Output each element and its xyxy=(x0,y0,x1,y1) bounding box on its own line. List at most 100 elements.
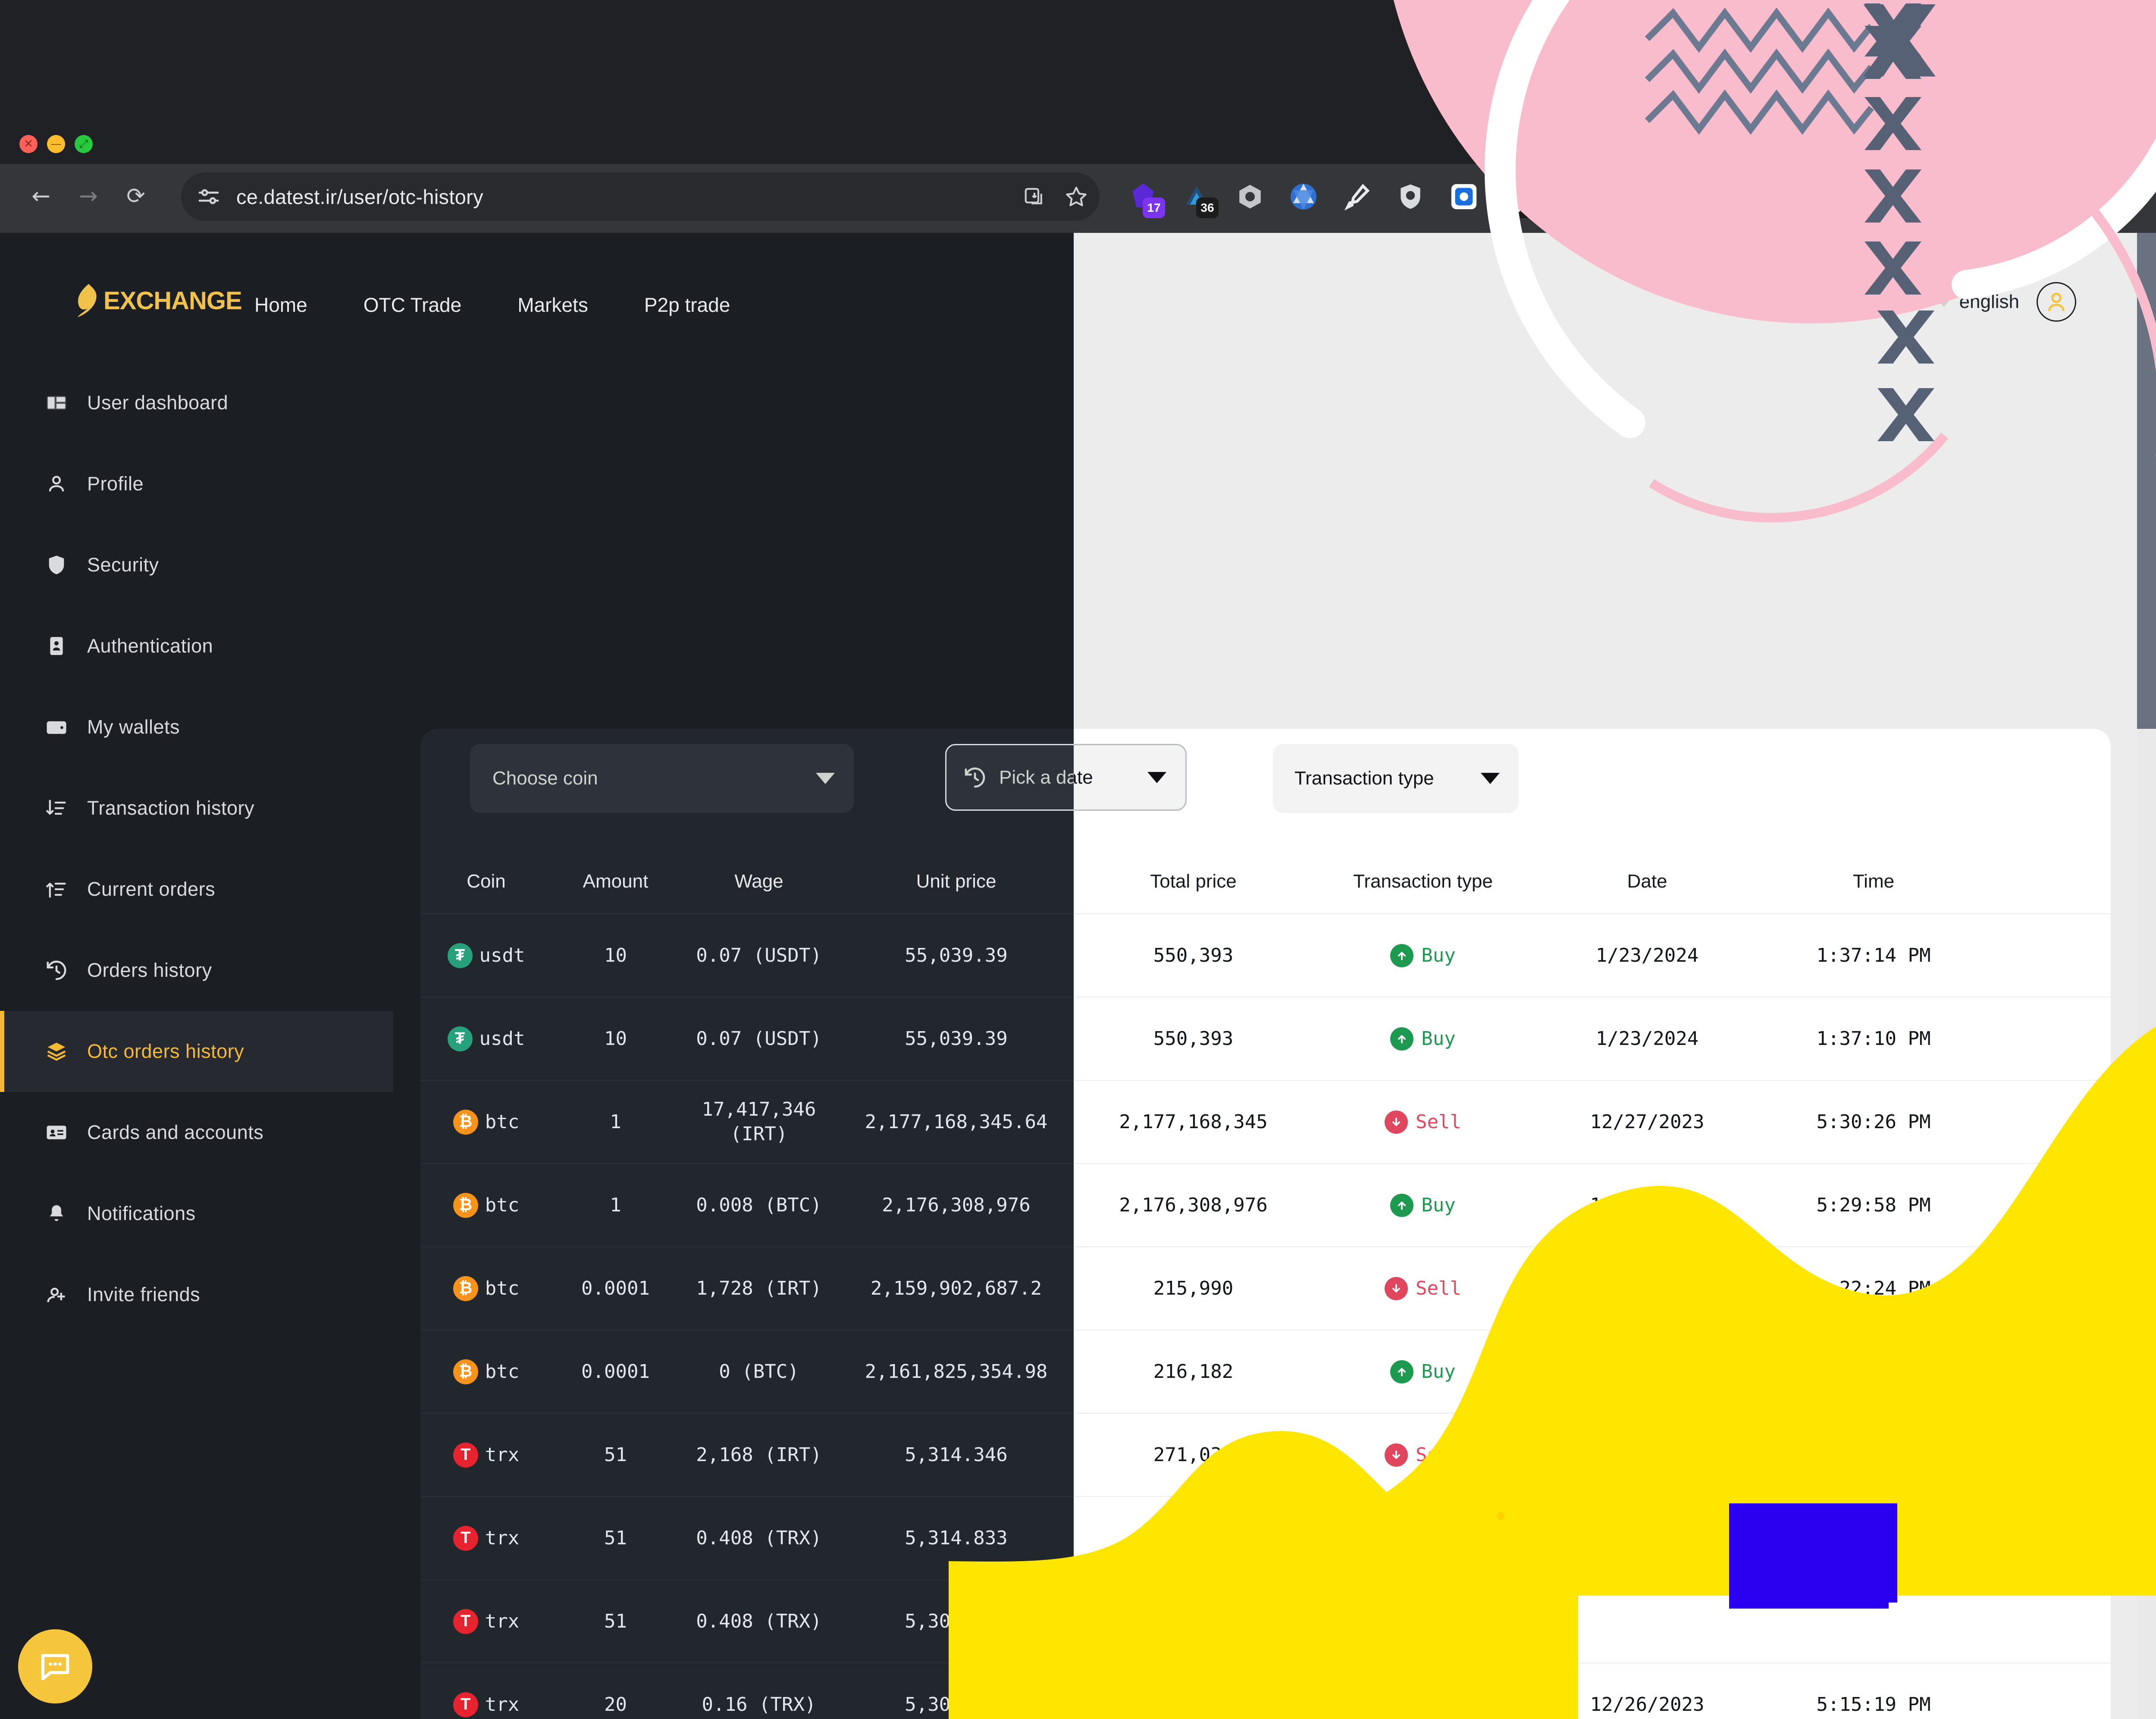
scrollbar-thumb[interactable] xyxy=(2137,233,2156,729)
extension-purple-icon[interactable]: 17 xyxy=(1117,173,1169,221)
cell-amount: 10 xyxy=(604,1028,627,1050)
extension-notion-icon[interactable]: New xyxy=(1491,173,1544,221)
extension-recorder-icon[interactable] xyxy=(1438,173,1490,221)
column-header-time: Time xyxy=(1852,871,1895,892)
chevron-down-icon xyxy=(816,773,835,784)
table-row[interactable]: ₿btc117,417,346(IRT)2,177,168,345.642,17… xyxy=(420,1081,1074,1164)
cell-wage: 0 (BTC) xyxy=(719,1361,799,1383)
table-row[interactable]: ₿btc10.008 (BTC)2,176,308,9762,176,308,9… xyxy=(420,1164,1074,1247)
column-header-transaction-type: Transaction type xyxy=(1353,871,1493,892)
bookmark-star-icon[interactable] xyxy=(1064,185,1088,209)
cell-transaction-type: Buy xyxy=(1313,1193,1533,1217)
nav-item-otc-trade[interactable]: OTC Trade xyxy=(364,293,462,317)
extension-gray-icon[interactable] xyxy=(1224,173,1276,221)
extension-code-icon[interactable] xyxy=(1545,173,1597,221)
transaction-type-select[interactable]: Transaction type xyxy=(1273,744,1519,813)
sidebar-item-transaction-history[interactable]: Transaction history xyxy=(0,768,393,849)
invite-icon xyxy=(43,1283,70,1306)
site-header-dark: EXCHANGE Home OTC Trade Markets P2p trad… xyxy=(0,233,1074,362)
forward-icon[interactable]: → xyxy=(65,173,112,220)
sidebar-item-label: Authentication xyxy=(87,635,213,657)
header-actions-light: english xyxy=(1819,280,2076,323)
sidebar-item-my-wallets[interactable]: My wallets xyxy=(0,687,393,768)
relaunch-to-update-button[interactable]: Relaunch to update xyxy=(1897,176,2094,217)
cell-time: 5:22:24 PM xyxy=(1816,1277,1931,1299)
sidebar-item-current-orders[interactable]: Current orders xyxy=(0,849,393,930)
sidebar-item-invite-friends[interactable]: Invite friends xyxy=(0,1254,393,1335)
table-row[interactable]: Ttrx510.408 (TRX)5,314.833271,056Buy xyxy=(420,1497,1074,1580)
close-window-button[interactable]: ✕ xyxy=(19,135,38,153)
back-icon[interactable]: ← xyxy=(17,173,65,220)
table-row[interactable]: Ttrx200.16 (TRX)5,309.1811,183Buy12/26/2… xyxy=(420,1663,1074,1719)
extension-photo-icon[interactable] xyxy=(1812,173,1865,221)
pick-a-date-select[interactable]: Pick a date xyxy=(945,744,1074,811)
nav-item-markets[interactable]: Markets xyxy=(517,293,588,317)
sidebar-item-notifications[interactable]: Notifications xyxy=(0,1173,393,1254)
bell-icon[interactable] xyxy=(1819,280,1871,323)
sidebar-item-authentication[interactable]: Authentication xyxy=(0,605,393,687)
sidebar-item-otc-orders-history[interactable]: Otc orders history xyxy=(0,1011,393,1092)
table-row[interactable]: Ttrx512,168 (IRT)5,314.346271,031Sell12/… xyxy=(420,1414,1074,1497)
sidebar-item-profile[interactable]: Profile xyxy=(0,443,393,524)
nav-item-home[interactable]: Home xyxy=(254,293,307,317)
maximize-window-button[interactable]: ⤢ xyxy=(75,135,93,153)
cell-time: 5:30:26 PM xyxy=(1816,1111,1931,1133)
site-settings-icon[interactable] xyxy=(189,177,229,216)
avatar[interactable] xyxy=(2037,282,2076,322)
extension-blue-icon[interactable]: 36 xyxy=(1170,173,1223,221)
cell-coin: Ttrx xyxy=(420,1442,552,1468)
extension-list-icon[interactable] xyxy=(1705,173,1758,221)
address-bar[interactable]: ce.datest.ir/user/otc-history xyxy=(181,173,1100,221)
cell-unit-price: 2,159,902,687.2 xyxy=(870,1277,1042,1299)
choose-coin-select[interactable]: Choose coin xyxy=(470,744,854,813)
install-app-icon[interactable] xyxy=(1023,185,1046,208)
brand-logo[interactable]: EXCHANGE xyxy=(74,284,242,317)
chevron-down-icon[interactable] xyxy=(2089,129,2137,169)
sort-asc-icon xyxy=(43,878,70,900)
extension-aperture-icon[interactable] xyxy=(1277,173,1330,221)
table-row[interactable]: ₮usdt100.07 (USDT)55,039.39550,393Buy1/2… xyxy=(420,914,1074,998)
table-header-row: Coin Amount Wage Unit price Total price … xyxy=(420,850,1074,914)
cell-amount: 0.0001 xyxy=(581,1277,650,1299)
page-scrollbar[interactable] xyxy=(2137,233,2156,1719)
extension-eyedropper-icon[interactable] xyxy=(1331,173,1383,221)
table-row[interactable]: ₮usdt100.07 (USDT)55,039.39550,393Buy1/2… xyxy=(420,998,1074,1081)
coin-icon: T xyxy=(453,1692,478,1717)
table-row[interactable]: ₿btc0.00011,728 (IRT)2,159,902,687.2215,… xyxy=(420,1247,1074,1330)
chrome-menu-icon[interactable]: ⋮ xyxy=(2122,179,2143,201)
extension-clipboard-icon[interactable] xyxy=(1598,173,1651,221)
sidebar-item-orders-history[interactable]: Orders history xyxy=(0,930,393,1011)
sidebar-item-cards-and-accounts[interactable]: Cards and accounts xyxy=(0,1092,393,1173)
cell-wage: 2,168 (IRT) xyxy=(696,1444,822,1466)
transaction-type-label: Buy xyxy=(1421,1610,1456,1632)
window-controls[interactable]: ✕ — ⤢ xyxy=(19,135,93,153)
arrow-up-circle-icon xyxy=(1390,1193,1414,1217)
extension-mobile-icon[interactable] xyxy=(1758,173,1811,221)
cell-amount: 51 xyxy=(604,1527,627,1549)
language-selector[interactable]: english xyxy=(1935,291,2019,313)
sidebar-item-label: User dashboard xyxy=(87,392,229,414)
extension-shield-icon[interactable] xyxy=(1384,173,1437,221)
cell-unit-price: 5,314.833 xyxy=(905,1527,1008,1549)
chat-fab-button[interactable] xyxy=(18,1629,92,1703)
nav-item-p2p-trade[interactable]: P2p trade xyxy=(644,293,730,317)
table-row[interactable]: ₿btc0.00010 (BTC)2,161,825,354.98216,182… xyxy=(420,1330,1074,1414)
url-text[interactable]: ce.datest.ir/user/otc-history xyxy=(236,185,483,209)
minimize-window-button[interactable]: — xyxy=(47,135,65,153)
cell-date: 12/26/2023 xyxy=(1590,1361,1705,1383)
reload-icon[interactable]: ⟳ xyxy=(112,173,160,220)
transaction-type-label: Buy xyxy=(1421,1694,1456,1716)
cell-transaction-type: Sell xyxy=(1313,1110,1533,1134)
sidebar-item-user-dashboard[interactable]: User dashboard xyxy=(0,362,393,443)
page-dark-theme-layer: EXCHANGE Home OTC Trade Markets P2p trad… xyxy=(0,233,1074,1719)
table-row[interactable]: Ttrx510.408 (TRX)5,309.286270,773Buy xyxy=(420,1580,1074,1663)
moon-icon[interactable] xyxy=(1871,280,1922,323)
cell-wage: 0.07 (USDT) xyxy=(696,1028,822,1050)
sidebar-item-security[interactable]: Security xyxy=(0,524,393,605)
cell-total-price: 216,182 xyxy=(1153,1361,1234,1383)
cell-unit-price: 2,177,168,345.64 xyxy=(865,1111,1048,1133)
extension-speed-icon[interactable] xyxy=(1651,173,1704,221)
column-header-coin: Coin xyxy=(467,871,506,892)
transaction-type-label: Buy xyxy=(1421,1527,1456,1549)
cell-transaction-type: Buy xyxy=(1313,1027,1533,1051)
